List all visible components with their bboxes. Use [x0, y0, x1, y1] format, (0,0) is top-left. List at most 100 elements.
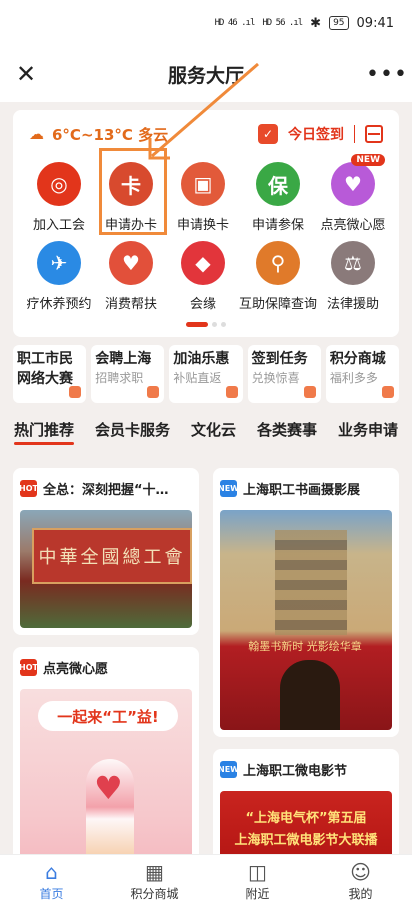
service-item[interactable]: ✈ 疗休养预约: [23, 241, 95, 312]
search-document-icon: ⚲: [255, 241, 300, 285]
nav-label: 附近: [245, 887, 270, 901]
promo-corner-icon: [69, 386, 82, 398]
poster-line-1: “上海电气杯”第五届: [245, 811, 367, 826]
feed-card[interactable]: HOT 全总：深刻把握“十… 中華全國總工會: [13, 468, 199, 635]
nav-label: 我的: [348, 887, 373, 901]
promo-corner-icon: [382, 386, 395, 398]
service-item[interactable]: ▣ 申请换卡: [167, 162, 239, 233]
status-bar: HD 46 .ıl HD 56 .ıl ✱ 95 09:41: [0, 0, 412, 46]
clock: 09:41: [356, 15, 394, 31]
nav-label: 积分商城: [130, 887, 179, 901]
promo-card[interactable]: 职工市民 网络大赛: [13, 345, 87, 403]
nearby-icon: ◫: [248, 860, 267, 884]
close-icon[interactable]: ✕: [16, 60, 46, 88]
feed-title: 全总：深刻把握“十…: [43, 482, 169, 498]
service-item[interactable]: ⚲ 互助保障查询: [239, 241, 317, 312]
promo-title: 签到任务: [251, 351, 308, 367]
promo-corner-icon: [147, 386, 160, 398]
poster-line-2: 上海职工微电影节大联播: [234, 833, 378, 848]
promo-card[interactable]: 积分商城 福利多多: [325, 345, 400, 403]
user-icon: ☺: [350, 860, 371, 884]
bluetooth-icon: ✱: [310, 15, 322, 31]
promo-title: 职工市民: [17, 351, 73, 367]
hot-tag-icon: HOT: [19, 479, 38, 497]
building-windows: [275, 530, 347, 635]
promo-subtitle: 福利多多: [329, 371, 378, 385]
feed-column-left: HOT 全总：深刻把握“十… 中華全國總工會 HOT 点亮微心愿 一起来“工”益…: [13, 468, 199, 906]
service-label: 会缘: [189, 297, 216, 312]
promo-subtitle: 补贴直返: [173, 371, 222, 385]
weather-widget: ☁ 6°C~13°C 多云: [29, 124, 168, 145]
promo-card[interactable]: 会聘上海 招聘求职: [91, 345, 165, 403]
feed-image: 翰墨书新时 光影绘华章: [220, 510, 392, 730]
promo-row: 职工市民 网络大赛 会聘上海 招聘求职 加油乐惠 补贴直返 签到任务 兑换惊喜 积分商城 福利多多: [13, 345, 400, 403]
tab-4[interactable]: 业务申请: [338, 419, 398, 440]
service-card: ☁ 6°C~13°C 多云 ✓ 今日签到 ◎ 加入工会卡申请办卡 ▣ 申请换卡保申请参…: [13, 110, 399, 337]
promo-title: 积分商城: [329, 351, 386, 367]
feed-title: 点亮微心愿: [43, 661, 109, 677]
union-emblem-icon: ◎: [36, 162, 81, 206]
nav-item[interactable]: ▦ 积分商城: [103, 855, 206, 908]
union-sign-image-text: 中華全國總工會: [32, 528, 192, 584]
weather-text: 6°C~13°C 多云: [52, 125, 169, 144]
nav-item[interactable]: ⌂ 首页: [0, 855, 103, 908]
nav-item[interactable]: ☺ 我的: [309, 855, 412, 908]
store-icon: ▦: [145, 860, 164, 884]
service-item[interactable]: ⚖ 法律援助: [317, 241, 389, 312]
category-tabs: 热门推荐 会员卡服务 文化云 各类赛事 业务申请: [13, 419, 399, 445]
promo-card[interactable]: 加油乐惠 补贴直返: [169, 345, 243, 403]
poster-slogan: 一起来“工”益!: [38, 701, 178, 731]
feed-card[interactable]: NEW 上海职工书画摄影展 翰墨书新时 光影绘华章: [213, 468, 399, 737]
lawyer-icon: ⚖: [331, 241, 375, 285]
promo-corner-icon: [225, 386, 238, 398]
home-icon: ⌂: [45, 860, 58, 884]
ring-gift-icon: ◆: [180, 241, 225, 285]
battery-indicator: 95: [329, 16, 349, 30]
tab-1[interactable]: 会员卡服务: [95, 419, 170, 440]
tab-2[interactable]: 文化云: [191, 419, 236, 440]
service-item[interactable]: 保申请参保: [239, 162, 317, 233]
service-grid: ◎ 加入工会卡申请办卡 ▣ 申请换卡保申请参保 ♥ 点亮微心愿 NEW ✈ 疗休养预约 ♥ 消费帮扶…: [23, 154, 389, 312]
tab-3[interactable]: 各类赛事: [257, 419, 317, 440]
more-icon[interactable]: •••: [366, 62, 407, 87]
exhibition-banner-text: 翰墨书新时 光影绘华章: [248, 640, 362, 653]
tab-0[interactable]: 热门推荐: [14, 419, 75, 445]
promo-title: 加油乐惠: [173, 351, 230, 367]
heart-hands-icon: ♥: [108, 241, 153, 285]
promo-card[interactable]: 签到任务 兑换惊喜: [247, 345, 321, 403]
building-door: [280, 660, 340, 730]
pager-dot[interactable]: [221, 322, 226, 327]
service-label: 消费帮扶: [104, 297, 157, 312]
bird-icon: ✈: [36, 241, 81, 285]
title-bar: ✕ 服务大厅 •••: [0, 46, 412, 102]
service-label: 申请换卡: [176, 218, 229, 233]
service-item[interactable]: ◎ 加入工会: [23, 162, 95, 233]
promo-subtitle: 兑换惊喜: [251, 371, 300, 385]
new-tag-icon: NEW: [218, 760, 239, 778]
highlight-box: [99, 148, 167, 235]
nav-label: 首页: [39, 887, 64, 901]
service-label: 疗休养预约: [26, 297, 92, 312]
feed-column-right: NEW 上海职工书画摄影展 翰墨书新时 光影绘华章 NEW 上海职工微电影节 “…: [213, 468, 399, 906]
service-label: 互助保障查询: [238, 297, 317, 312]
signal-indicator-2: HD 56 .ıl: [262, 18, 303, 28]
page-title: 服务大厅: [167, 64, 244, 87]
nav-item[interactable]: ◫ 附近: [206, 855, 309, 908]
promo-subtitle: 招聘求职: [95, 371, 144, 385]
checkin-button[interactable]: 今日签到: [288, 124, 344, 144]
service-label: 点亮微心愿: [320, 218, 386, 233]
service-item[interactable]: ◆ 会缘: [167, 241, 239, 312]
service-label: 申请参保: [251, 218, 304, 233]
pager-dots: [23, 322, 389, 327]
service-item[interactable]: ♥ 消费帮扶: [95, 241, 167, 312]
promo-corner-icon: [303, 386, 316, 398]
calendar-check-icon[interactable]: ✓: [258, 124, 278, 144]
new-badge: NEW: [351, 154, 385, 166]
insurance-shield-icon: 保: [255, 162, 300, 206]
pager-dot[interactable]: [212, 322, 217, 327]
service-label: 加入工会: [32, 218, 85, 233]
scan-icon[interactable]: [365, 125, 383, 143]
service-item[interactable]: ♥ 点亮微心愿 NEW: [317, 154, 389, 233]
pager-dot-active[interactable]: [186, 322, 208, 327]
heart-icon: ♥: [94, 769, 123, 807]
